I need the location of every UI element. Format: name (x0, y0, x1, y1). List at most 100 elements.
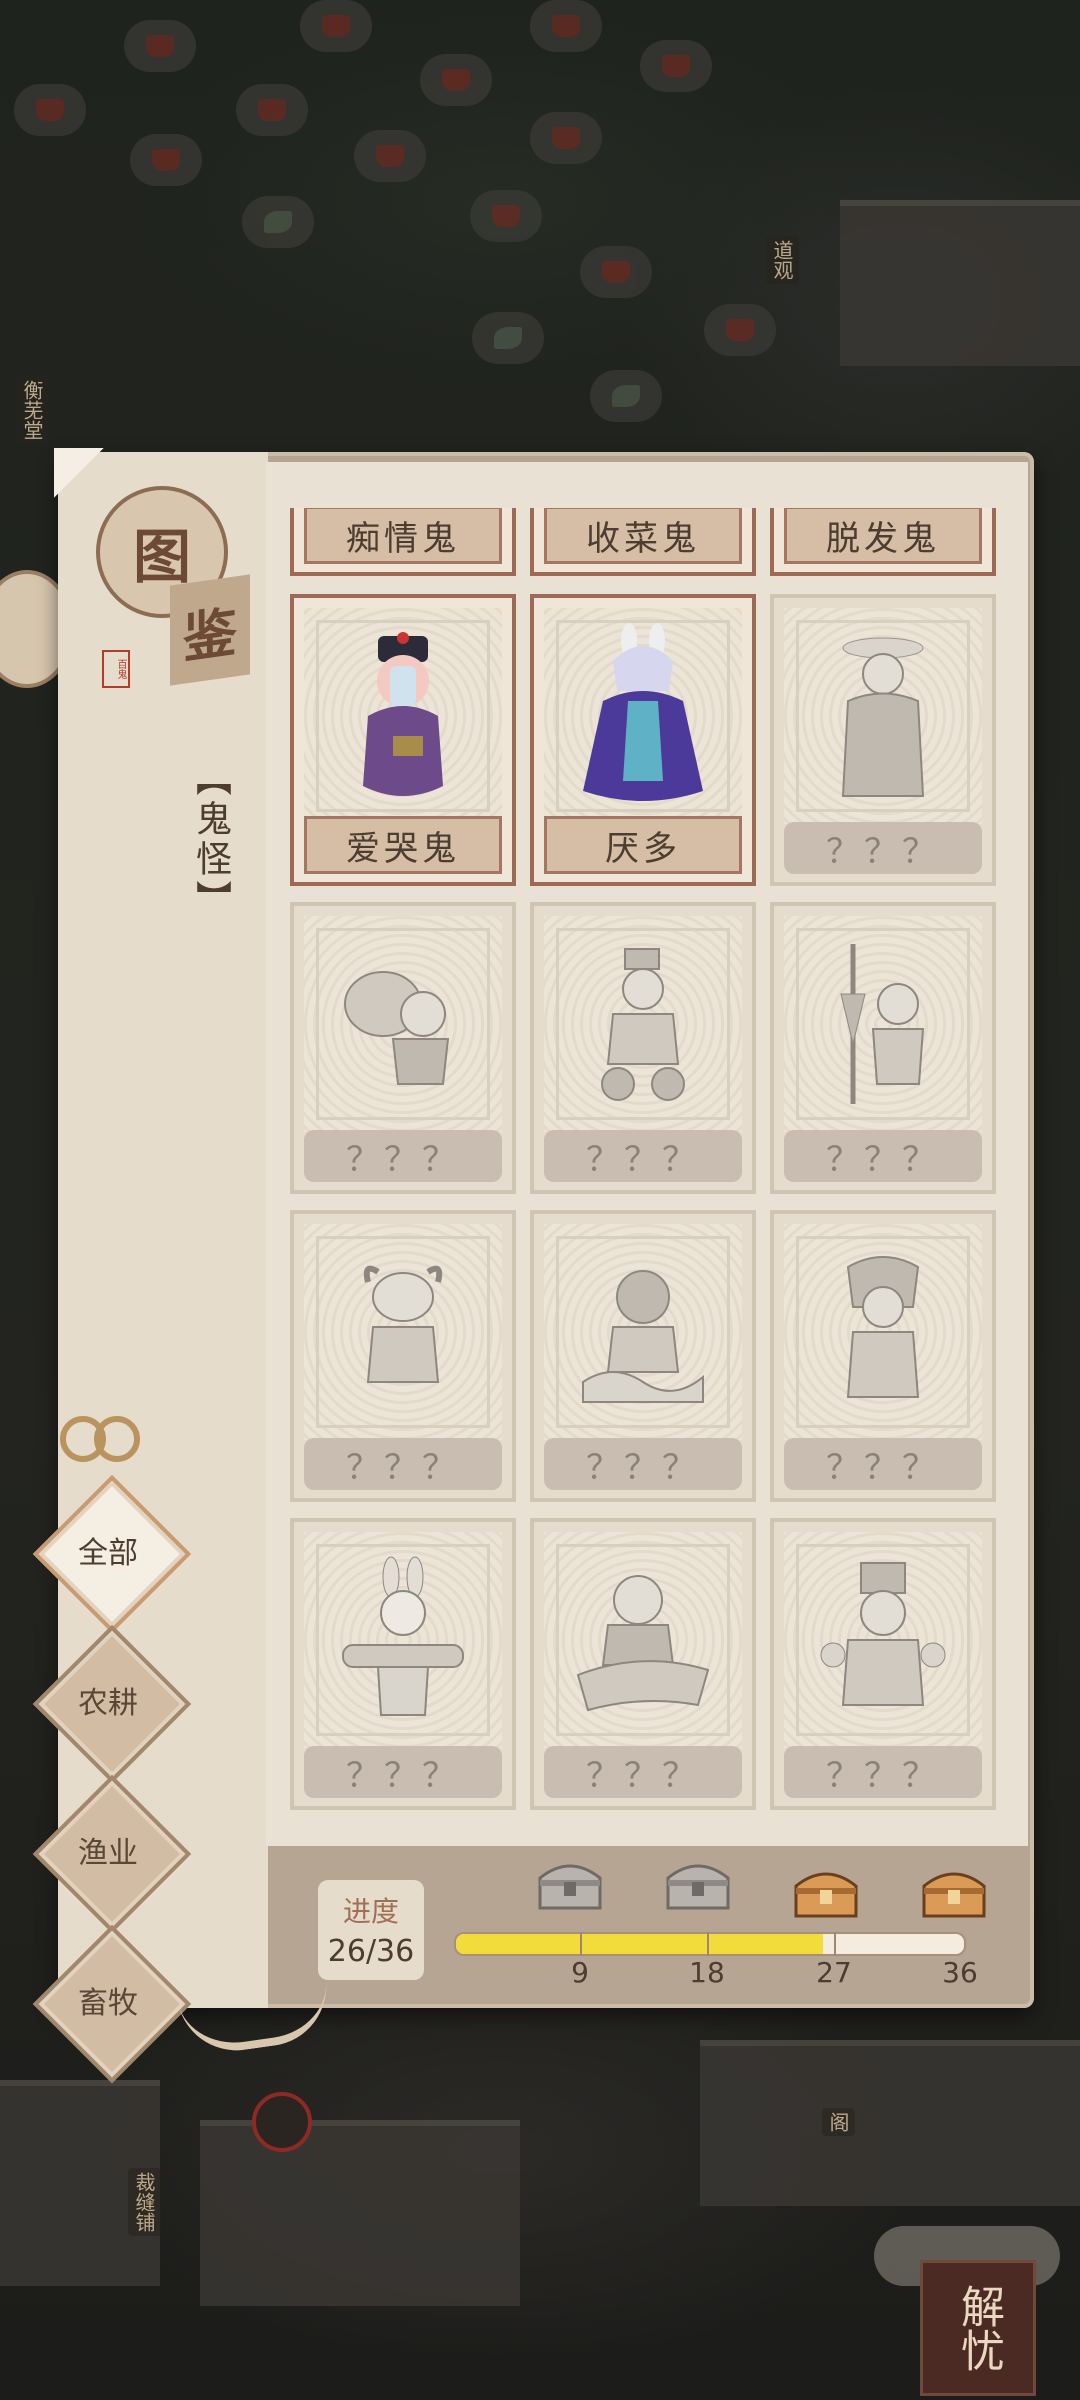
tab-fishing[interactable]: 渔业 (32, 1774, 192, 1934)
ghost-card-locked[interactable]: ？？？ (770, 902, 996, 1194)
knot-ornament-icon (60, 1412, 140, 1472)
card-name: ？？？ (784, 1746, 982, 1798)
map-marker-icon (640, 40, 712, 92)
milestone-value: 9 (571, 1956, 589, 1989)
progress-value: 26/36 (327, 1934, 415, 1969)
hooded-ghost-silhouette-icon (846, 1256, 920, 1398)
sack-ghost-silhouette-icon (344, 971, 450, 1085)
gold-chest-icon[interactable] (790, 1864, 862, 1922)
card-name: 收菜鬼 (544, 508, 742, 564)
ghost-card-locked[interactable]: ？？？ (770, 1518, 996, 1810)
tab-label: 全部 (78, 1536, 138, 1571)
ghost-card-locked[interactable]: ？？？ (770, 594, 996, 886)
ghost-card-locked[interactable]: ？？？ (770, 1210, 996, 1502)
category-title: 【鬼怪】 (190, 760, 231, 920)
map-marker-icon (354, 130, 426, 182)
milestone-value: 27 (816, 1956, 852, 1989)
rabbit-scroll-ghost-silhouette-icon (342, 1556, 464, 1716)
silver-chest-icon[interactable] (534, 1856, 606, 1914)
milestone-value: 18 (689, 1956, 725, 1989)
progress-tick (580, 1932, 582, 1956)
coin-ghost-silhouette-icon (820, 1562, 946, 1706)
tab-label: 畜牧 (78, 1986, 138, 2021)
page-corner (54, 448, 104, 498)
map-marker-icon (530, 112, 602, 164)
ghost-card[interactable]: 痴情鬼 (290, 508, 516, 576)
card-name: 厌多 (544, 816, 742, 874)
map-marker-icon (130, 134, 202, 186)
ghost-card[interactable]: 厌多 (530, 594, 756, 886)
map-label[interactable]: 衡芜堂 (16, 376, 49, 444)
silver-chest-icon[interactable] (662, 1856, 734, 1914)
progress-bar (454, 1932, 966, 1956)
progress-tick (834, 1932, 836, 1956)
building-roof (700, 2040, 1080, 2206)
crying-ghost-icon (363, 632, 443, 796)
cart-ghost-silhouette-icon (601, 948, 685, 1101)
red-stamp: 百鬼 (102, 650, 130, 688)
map-marker-icon (470, 190, 542, 242)
card-name: ？？？ (544, 1130, 742, 1182)
map-label[interactable]: 阁 (822, 2108, 855, 2136)
ghost-card-locked[interactable]: ？？？ (530, 1210, 756, 1502)
progress-label: 进度 (342, 1895, 399, 1928)
card-name: ？？？ (784, 1438, 982, 1490)
rabbit-lady-ghost-icon (583, 623, 703, 801)
map-marker-icon (530, 0, 602, 52)
map-marker-icon (420, 54, 492, 106)
tab-farming[interactable]: 农耕 (32, 1624, 192, 1784)
card-name: ？？？ (784, 1130, 982, 1182)
ghost-card-locked[interactable]: ？？？ (290, 1518, 516, 1810)
map-marker-icon (236, 84, 308, 136)
card-name: ？？？ (544, 1438, 742, 1490)
title-tag: 鉴 (170, 574, 250, 686)
dragon-rider-ghost-silhouette-icon (576, 1575, 710, 1712)
map-action-button[interactable] (252, 2092, 312, 2152)
ghost-card[interactable]: 爱哭鬼 (290, 594, 516, 886)
locked-ghost-silhouette-icon (841, 637, 925, 797)
map-label[interactable]: 裁缝铺 (128, 2168, 161, 2236)
card-name: 爱哭鬼 (304, 816, 502, 874)
ghost-card[interactable]: 收菜鬼 (530, 508, 756, 576)
tab-livestock[interactable]: 畜牧 (32, 1924, 192, 2084)
card-name: ？？？ (304, 1130, 502, 1182)
leaf-marker-icon (242, 196, 314, 248)
card-name: ？？？ (304, 1746, 502, 1798)
card-name: ？？？ (304, 1438, 502, 1490)
ghost-card-grid[interactable]: 痴情鬼 收菜鬼 脱发鬼 爱哭鬼 厌多 ？？？ ？？？ ？？？ ？？？ ？？？ ？… (290, 508, 1000, 1818)
ghost-card-locked[interactable]: ？？？ (530, 1518, 756, 1810)
title-char: 图 (132, 523, 191, 591)
map-marker-icon (580, 246, 652, 298)
leaf-marker-icon (590, 370, 662, 422)
milestone-value: 36 (942, 1956, 978, 1989)
ghost-card-locked[interactable]: ？？？ (530, 902, 756, 1194)
staff-ghost-silhouette-icon (840, 944, 925, 1104)
progress-box: 进度 26/36 (318, 1880, 424, 1980)
tab-label: 渔业 (78, 1836, 138, 1871)
ghost-card[interactable]: 脱发鬼 (770, 508, 996, 576)
building-roof (200, 2120, 520, 2306)
title-char: 鉴 (183, 598, 237, 671)
tab-label: 农耕 (78, 1686, 138, 1721)
card-name: ？？？ (784, 822, 982, 874)
progress-fill (456, 1934, 823, 1954)
map-marker-icon (14, 84, 86, 136)
ghost-card-locked[interactable]: ？？？ (290, 1210, 516, 1502)
progress-tick (707, 1932, 709, 1956)
building-roof (840, 200, 1080, 366)
card-name: ？？？ (544, 1746, 742, 1798)
map-marker-icon (704, 304, 776, 356)
left-page (58, 452, 268, 2008)
tab-all[interactable]: 全部 (32, 1474, 192, 1634)
map-label[interactable]: 道观 (766, 236, 799, 284)
leaf-marker-icon (472, 312, 544, 364)
gold-chest-icon[interactable] (918, 1864, 990, 1922)
jieyou-button[interactable]: 解忧 (920, 2260, 1036, 2396)
card-name: 痴情鬼 (304, 508, 502, 564)
map-marker-icon (300, 0, 372, 52)
map-marker-icon (124, 20, 196, 72)
ghost-card-locked[interactable]: ？？？ (290, 902, 516, 1194)
ox-ghost-silhouette-icon (363, 1265, 443, 1383)
wave-ghost-silhouette-icon (582, 1270, 704, 1403)
card-name: 脱发鬼 (784, 508, 982, 564)
